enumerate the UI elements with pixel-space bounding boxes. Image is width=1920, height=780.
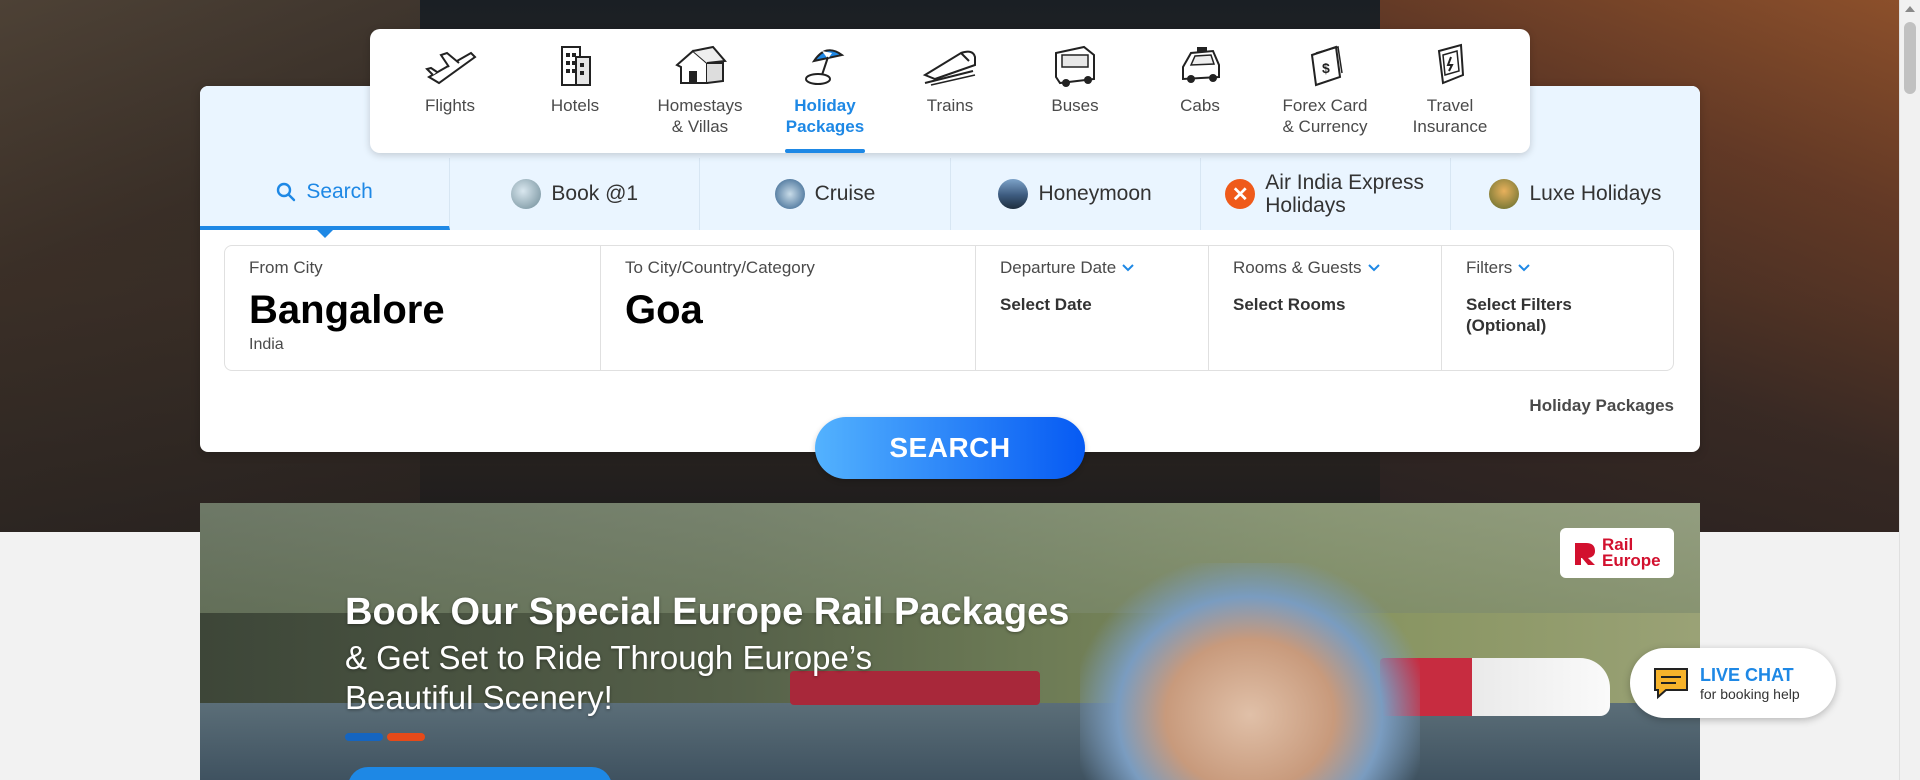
- forex-icon: $: [1310, 45, 1343, 87]
- nav-cabs-label: Cabs: [1180, 96, 1220, 115]
- tab-cruise-label: Cruise: [814, 182, 876, 205]
- nav-hotels-label: Hotels: [550, 96, 600, 115]
- nav-forex[interactable]: $ Forex Card & Currency: [1265, 29, 1385, 153]
- cab-icon: [1182, 47, 1220, 83]
- svg-text:$: $: [1322, 60, 1330, 76]
- tab-luxe-holidays[interactable]: Luxe Holidays: [1451, 158, 1700, 230]
- insurance-icon: [1437, 43, 1465, 85]
- filters-label: Filters: [1466, 258, 1513, 277]
- search-button[interactable]: SEARCH: [815, 417, 1085, 479]
- tab-honeymoon-label: Honeymoon: [1038, 182, 1152, 205]
- nav-flights[interactable]: Flights: [390, 29, 510, 153]
- banner-cta-button[interactable]: [348, 767, 612, 780]
- rail-europe-logo: Rail Europe: [1560, 528, 1674, 578]
- to-city-field[interactable]: To City/Country/Category Goa: [601, 246, 976, 370]
- rooms-guests-field[interactable]: Rooms & Guests Select Rooms: [1209, 246, 1442, 370]
- nav-forex-label: Forex Card & Currency: [1282, 96, 1368, 136]
- tab-air-india-express[interactable]: ✕ Air India Express Holidays: [1201, 158, 1451, 230]
- rooms-guests-value: Select Rooms: [1233, 295, 1346, 314]
- chevron-down-icon: [1367, 264, 1380, 272]
- tab-cruise[interactable]: Cruise: [700, 158, 951, 230]
- chat-icon: [1654, 668, 1688, 700]
- to-city-label: To City/Country/Category: [625, 258, 815, 277]
- carousel-dot[interactable]: [387, 733, 425, 741]
- cruise-icon: [774, 179, 805, 209]
- homestay-icon: [675, 45, 727, 84]
- rail-europe-logo-text: Rail Europe: [1602, 535, 1661, 570]
- book-at-1-icon: [511, 179, 542, 209]
- tab-air-india-express-label: Air India Express Holidays: [1265, 171, 1424, 217]
- bus-icon: [1055, 45, 1095, 87]
- departure-date-value: Select Date: [1000, 295, 1092, 314]
- live-chat-button[interactable]: LIVE CHAT for booking help: [1630, 648, 1836, 718]
- nav-hotels[interactable]: Hotels: [515, 29, 635, 153]
- nav-trains[interactable]: Trains: [890, 29, 1010, 153]
- filters-field[interactable]: Filters Select Filters (Optional): [1442, 246, 1673, 370]
- page-scrollbar[interactable]: [1899, 0, 1920, 780]
- air-india-express-icon: ✕: [1225, 179, 1256, 209]
- nav-buses-label: Buses: [1051, 96, 1099, 115]
- live-chat-title: LIVE CHAT: [1700, 664, 1794, 685]
- live-chat-subtitle: for booking help: [1700, 685, 1800, 702]
- tab-luxe-holidays-label: Luxe Holidays: [1529, 182, 1662, 205]
- holiday-packages-link[interactable]: Holiday Packages: [1529, 396, 1674, 416]
- departure-date-field[interactable]: Departure Date Select Date: [976, 246, 1209, 370]
- carousel-dot[interactable]: [345, 733, 383, 741]
- search-fields: From City Bangalore India To City/Countr…: [224, 245, 1674, 371]
- to-city-value: Goa: [625, 288, 703, 332]
- holiday-icon: [805, 49, 845, 85]
- chevron-down-icon: [1518, 264, 1530, 272]
- banner-carousel-dots: [345, 733, 425, 741]
- from-city-label: From City: [249, 258, 323, 277]
- search-icon: [277, 182, 296, 202]
- nav-homestays[interactable]: Homestays & Villas: [640, 29, 760, 153]
- train-icon: [922, 50, 976, 86]
- promo-banner[interactable]: Book Our Special Europe Rail Packages & …: [200, 503, 1700, 780]
- category-tabs: Search Book @1 Cruise Honeymoon ✕ Air In…: [200, 158, 1700, 238]
- tab-search-label: Search: [306, 180, 373, 203]
- tab-search[interactable]: Search: [200, 158, 451, 238]
- hotel-icon: [561, 46, 591, 86]
- from-city-country: India: [249, 336, 284, 353]
- filters-value: Select Filters (Optional): [1466, 295, 1572, 335]
- nav-travel-insurance[interactable]: Travel Insurance: [1390, 29, 1510, 153]
- flight-icon: [425, 51, 477, 85]
- luxe-holidays-icon: [1489, 179, 1520, 209]
- rail-europe-logo-icon: [1575, 543, 1595, 565]
- banner-family-image: [1080, 563, 1420, 780]
- nav-buses[interactable]: Buses: [1015, 29, 1135, 153]
- departure-date-label: Departure Date: [1000, 258, 1117, 277]
- from-city-field[interactable]: From City Bangalore India: [225, 246, 601, 370]
- nav-trains-label: Trains: [926, 96, 974, 115]
- scrollbar-thumb[interactable]: [1904, 22, 1916, 94]
- nav-holiday-packages-label: Holiday Packages: [785, 96, 865, 136]
- banner-title: Book Our Special Europe Rail Packages: [345, 591, 1070, 633]
- product-nav: Flights Hotels Homestays & Villas Holida…: [370, 29, 1530, 153]
- tab-book-at-1-label: Book @1: [551, 182, 639, 205]
- nav-cabs[interactable]: Cabs: [1140, 29, 1260, 153]
- rooms-guests-label: Rooms & Guests: [1233, 258, 1362, 277]
- from-city-value: Bangalore: [249, 288, 445, 332]
- nav-holiday-packages[interactable]: Holiday Packages: [765, 29, 885, 153]
- honeymoon-icon: [998, 179, 1029, 209]
- tab-book-at-1[interactable]: Book @1: [450, 158, 701, 230]
- tab-honeymoon[interactable]: Honeymoon: [951, 158, 1201, 230]
- banner-subtitle: & Get Set to Ride Through Europe’s Beaut…: [345, 639, 873, 716]
- nav-homestays-label: Homestays & Villas: [657, 96, 743, 136]
- nav-flights-label: Flights: [424, 96, 476, 115]
- chevron-down-icon: [1122, 264, 1134, 272]
- nav-travel-insurance-label: Travel Insurance: [1412, 96, 1488, 136]
- scroll-up-arrow-icon[interactable]: [1905, 6, 1915, 12]
